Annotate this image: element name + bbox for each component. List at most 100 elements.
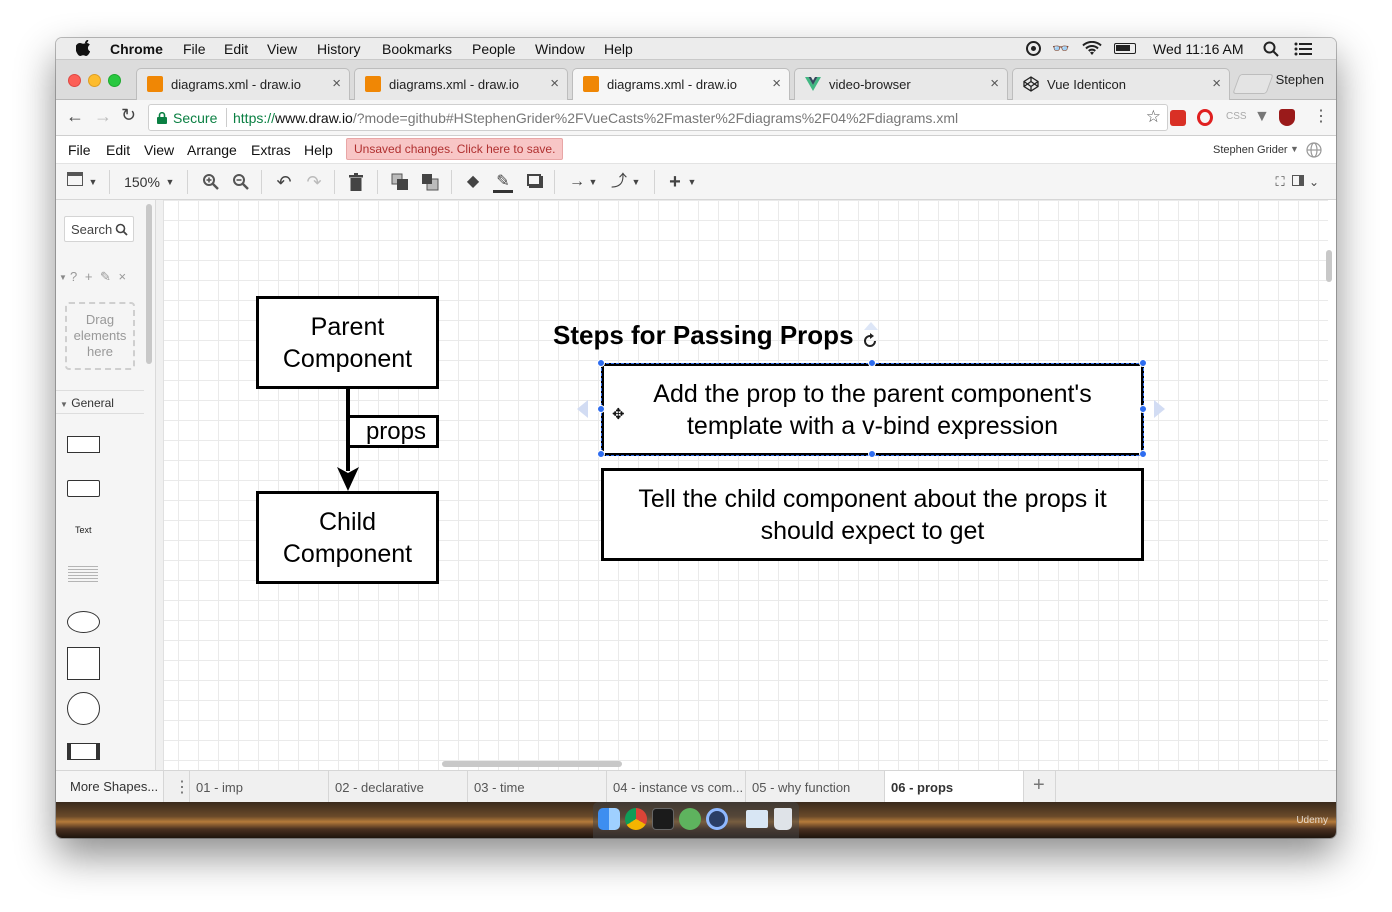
forward-icon[interactable]: → — [94, 106, 112, 127]
apple-icon[interactable] — [76, 40, 90, 56]
resize-handle-n[interactable] — [868, 359, 876, 367]
close-tab-icon[interactable]: × — [772, 75, 781, 92]
menubar-view[interactable]: View — [267, 41, 297, 57]
tab-vue-identicon[interactable]: Vue Identicon × — [1012, 68, 1230, 100]
waypoints-icon[interactable]: ⤴ — [608, 172, 630, 192]
shape-rectangle[interactable] — [67, 436, 100, 453]
format-toggle-icon[interactable] — [1290, 172, 1306, 192]
resize-handle-sw[interactable] — [597, 450, 605, 458]
profile-name[interactable]: Stephen — [1276, 72, 1324, 87]
horizontal-scrollbar[interactable] — [442, 761, 622, 767]
shape-square[interactable] — [67, 647, 100, 680]
waypoints-dropdown-icon[interactable]: ▼ — [631, 172, 641, 192]
menubar-help[interactable]: Help — [604, 41, 633, 57]
panel-dropdown-icon[interactable]: ▼ — [88, 172, 98, 192]
page-tab-02[interactable]: 02 - declarative — [329, 771, 468, 803]
format-panel-icon[interactable] — [66, 172, 84, 192]
connection-style-icon[interactable]: → — [566, 172, 588, 192]
diagram-canvas[interactable]: Parent Component props Child Component S… — [164, 200, 1328, 770]
chrome-icon[interactable] — [625, 808, 647, 830]
shape-rounded-rectangle[interactable] — [67, 480, 100, 497]
battery-icon[interactable] — [1114, 43, 1136, 54]
css-extension-icon[interactable]: CSS — [1226, 111, 1247, 122]
menubar-app-name[interactable]: Chrome — [110, 41, 163, 57]
chrome-menu-icon[interactable]: ⋮ — [1313, 106, 1329, 126]
to-front-icon[interactable] — [391, 172, 409, 192]
user-dropdown-icon[interactable]: ▼ — [1290, 144, 1299, 154]
general-section-header[interactable]: ▼ General — [56, 390, 144, 414]
quicktime-icon[interactable] — [706, 808, 728, 830]
tab-diagrams-2[interactable]: diagrams.xml - draw.io × — [354, 68, 568, 100]
drawio-menu-edit[interactable]: Edit — [106, 142, 130, 158]
shape-ellipse[interactable] — [67, 611, 100, 633]
unsaved-changes-notice[interactable]: Unsaved changes. Click here to save. — [346, 138, 564, 160]
resize-handle-e[interactable] — [1139, 405, 1147, 413]
collapse-toolbar-icon[interactable]: ⌄ — [1307, 172, 1321, 192]
close-tab-icon[interactable]: × — [1212, 75, 1221, 92]
line-color-icon[interactable]: ✎ — [493, 172, 513, 193]
connection-dropdown-icon[interactable]: ▼ — [588, 172, 598, 192]
shape-textbox[interactable] — [68, 566, 98, 582]
extension-red-icon[interactable] — [1170, 110, 1186, 126]
reload-icon[interactable]: ↻ — [121, 105, 136, 126]
to-back-icon[interactable] — [421, 172, 439, 192]
more-shapes-button[interactable]: More Shapes... — [56, 770, 164, 802]
zoom-in-icon[interactable] — [202, 172, 220, 192]
menubar-history[interactable]: History — [317, 41, 361, 57]
new-tab-button[interactable] — [1232, 74, 1274, 94]
zoom-level[interactable]: 150% — [122, 172, 162, 192]
zoom-dropdown-icon[interactable]: ▼ — [165, 172, 175, 192]
atom-icon[interactable] — [679, 808, 701, 830]
shape-circle[interactable] — [67, 692, 100, 725]
scratchpad-drop-zone[interactable]: Drag elements here — [65, 302, 135, 370]
resize-handle-ne[interactable] — [1139, 359, 1147, 367]
clone-arrow-left-icon[interactable] — [577, 400, 588, 418]
page-tab-06-active[interactable]: 06 - props — [885, 771, 1024, 803]
menubar-people[interactable]: People — [472, 41, 516, 57]
page-menu-icon[interactable]: ⋮ — [164, 771, 190, 803]
undo-icon[interactable]: ↶ — [274, 172, 294, 192]
close-tab-icon[interactable]: × — [990, 75, 999, 92]
drawio-menu-file[interactable]: File — [68, 142, 91, 158]
delete-icon[interactable] — [348, 172, 364, 192]
tab-video-browser[interactable]: video-browser × — [794, 68, 1008, 100]
add-page-icon[interactable]: + — [1024, 771, 1056, 803]
shape-text[interactable]: Text — [75, 525, 92, 535]
insert-icon[interactable]: + — [665, 172, 685, 192]
zoom-out-icon[interactable] — [232, 172, 250, 192]
parent-component-box[interactable]: Parent Component — [256, 296, 439, 389]
terminal-icon[interactable] — [652, 808, 674, 830]
back-icon[interactable]: ← — [66, 106, 84, 127]
page-tab-04[interactable]: 04 - instance vs com... — [607, 771, 746, 803]
globe-icon[interactable] — [1306, 142, 1322, 158]
close-window-button[interactable] — [68, 74, 81, 87]
step1-box-selected[interactable]: Add the prop to the parent component's t… — [601, 363, 1144, 456]
trash-icon[interactable] — [774, 808, 792, 830]
resize-handle-w[interactable] — [597, 405, 605, 413]
fullscreen-icon[interactable]: ⛶ — [1272, 172, 1288, 192]
insert-dropdown-icon[interactable]: ▼ — [687, 172, 697, 192]
page-tab-05[interactable]: 05 - why function — [746, 771, 885, 803]
shape-search-input[interactable]: Search — [64, 216, 134, 242]
props-edge-label[interactable]: props — [347, 415, 439, 448]
shadow-icon[interactable] — [524, 172, 544, 192]
resize-handle-se[interactable] — [1139, 450, 1147, 458]
sidebar-resize-handle[interactable] — [156, 200, 164, 770]
step2-box[interactable]: Tell the child component about the props… — [601, 468, 1144, 561]
menubar-edit[interactable]: Edit — [224, 41, 248, 57]
notification-center-icon[interactable] — [1294, 42, 1312, 56]
scratchpad-collapse-icon[interactable]: ▼ — [59, 273, 67, 282]
page-tab-03[interactable]: 03 - time — [468, 771, 607, 803]
tab-diagrams-1[interactable]: diagrams.xml - draw.io × — [136, 68, 350, 100]
redo-icon[interactable]: ↷ — [304, 172, 324, 192]
drawio-menu-extras[interactable]: Extras — [251, 142, 291, 158]
fill-color-icon[interactable]: ◆ — [463, 172, 483, 192]
tab-diagrams-3-active[interactable]: diagrams.xml - draw.io × — [572, 68, 790, 101]
menubar-file[interactable]: File — [183, 41, 206, 57]
close-tab-icon[interactable]: × — [550, 75, 559, 92]
menubar-clock[interactable]: Wed 11:16 AM — [1153, 41, 1244, 57]
ublock-icon[interactable] — [1279, 109, 1295, 126]
resize-handle-nw[interactable] — [597, 359, 605, 367]
close-tab-icon[interactable]: × — [332, 75, 341, 92]
drawio-menu-help[interactable]: Help — [304, 142, 333, 158]
